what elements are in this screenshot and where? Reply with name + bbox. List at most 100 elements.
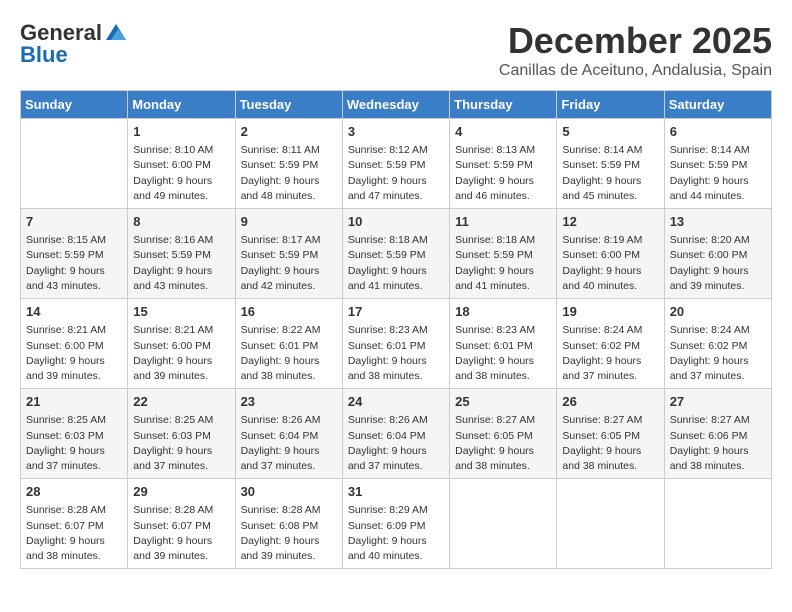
day-cell: 12 Sunrise: 8:19 AMSunset: 6:00 PMDayligh… — [557, 209, 664, 299]
day-info: Sunrise: 8:14 AMSunset: 5:59 PMDaylight:… — [670, 143, 766, 204]
day-cell: 22 Sunrise: 8:25 AMSunset: 6:03 PMDayligh… — [128, 389, 235, 479]
weekday-header-monday: Monday — [128, 91, 235, 119]
day-number: 23 — [241, 393, 337, 411]
day-cell: 26Sunrise: 8:27 AMSunset: 6:05 PMDayligh… — [557, 389, 664, 479]
day-number: 5 — [562, 123, 658, 141]
day-cell: 13 Sunrise: 8:20 AMSunset: 6:00 PMDayligh… — [664, 209, 771, 299]
weekday-header-sunday: Sunday — [21, 91, 128, 119]
day-cell: 30Sunrise: 8:28 AMSunset: 6:08 PMDayligh… — [235, 479, 342, 569]
day-number: 25 — [455, 393, 551, 411]
day-cell — [557, 479, 664, 569]
day-info: Sunrise: 8:26 AMSunset: 6:04 PMDaylight:… — [348, 413, 444, 474]
weekday-header-friday: Friday — [557, 91, 664, 119]
day-cell — [21, 119, 128, 209]
day-cell: 18 Sunrise: 8:23 AMSunset: 6:01 PMDayligh… — [450, 299, 557, 389]
day-number: 4 — [455, 123, 551, 141]
day-info: Sunrise: 8:17 AMSunset: 5:59 PMDaylight:… — [241, 233, 337, 294]
weekday-header-tuesday: Tuesday — [235, 91, 342, 119]
day-number: 31 — [348, 483, 444, 501]
day-number: 13 — [670, 213, 766, 231]
day-cell: 6Sunrise: 8:14 AMSunset: 5:59 PMDaylight… — [664, 119, 771, 209]
day-number: 15 — [133, 303, 229, 321]
day-info: Sunrise: 8:12 AMSunset: 5:59 PMDaylight:… — [348, 143, 444, 204]
day-info: Sunrise: 8:18 AMSunset: 5:59 PMDaylight:… — [455, 233, 551, 294]
day-info: Sunrise: 8:21 AMSunset: 6:00 PMDaylight:… — [133, 323, 229, 384]
day-info: Sunrise: 8:10 AMSunset: 6:00 PMDaylight:… — [133, 143, 229, 204]
day-number: 16 — [241, 303, 337, 321]
day-number: 2 — [241, 123, 337, 141]
day-number: 14 — [26, 303, 122, 321]
day-info: Sunrise: 8:14 AMSunset: 5:59 PMDaylight:… — [562, 143, 658, 204]
day-info: Sunrise: 8:28 AMSunset: 6:07 PMDaylight:… — [133, 503, 229, 564]
day-number: 12 — [562, 213, 658, 231]
week-row-5: 28 Sunrise: 8:28 AMSunset: 6:07 PMDayligh… — [21, 479, 772, 569]
day-number: 8 — [133, 213, 229, 231]
day-info: Sunrise: 8:24 AMSunset: 6:02 PMDaylight:… — [670, 323, 766, 384]
day-cell: 9Sunrise: 8:17 AMSunset: 5:59 PMDaylight… — [235, 209, 342, 299]
day-info: Sunrise: 8:25 AMSunset: 6:03 PMDaylight:… — [26, 413, 122, 474]
header: General Blue December 2025 Canillas de A… — [20, 20, 772, 80]
day-cell: 2Sunrise: 8:11 AMSunset: 5:59 PMDaylight… — [235, 119, 342, 209]
day-number: 21 — [26, 393, 122, 411]
day-number: 28 — [26, 483, 122, 501]
day-number: 11 — [455, 213, 551, 231]
day-number: 17 — [348, 303, 444, 321]
day-info: Sunrise: 8:25 AMSunset: 6:03 PMDaylight:… — [133, 413, 229, 474]
day-info: Sunrise: 8:27 AMSunset: 6:05 PMDaylight:… — [455, 413, 551, 474]
logo-icon — [106, 24, 126, 40]
day-info: Sunrise: 8:27 AMSunset: 6:06 PMDaylight:… — [670, 413, 766, 474]
day-info: Sunrise: 8:20 AMSunset: 6:00 PMDaylight:… — [670, 233, 766, 294]
day-cell: 31Sunrise: 8:29 AMSunset: 6:09 PMDayligh… — [342, 479, 449, 569]
title-section: December 2025 Canillas de Aceituno, Anda… — [499, 20, 772, 80]
day-number: 24 — [348, 393, 444, 411]
day-info: Sunrise: 8:24 AMSunset: 6:02 PMDaylight:… — [562, 323, 658, 384]
day-info: Sunrise: 8:23 AMSunset: 6:01 PMDaylight:… — [455, 323, 551, 384]
week-row-4: 21 Sunrise: 8:25 AMSunset: 6:03 PMDayligh… — [21, 389, 772, 479]
weekday-header-thursday: Thursday — [450, 91, 557, 119]
day-number: 27 — [670, 393, 766, 411]
day-cell: 27 Sunrise: 8:27 AMSunset: 6:06 PMDayligh… — [664, 389, 771, 479]
day-number: 10 — [348, 213, 444, 231]
weekday-header-wednesday: Wednesday — [342, 91, 449, 119]
day-cell: 25 Sunrise: 8:27 AMSunset: 6:05 PMDayligh… — [450, 389, 557, 479]
day-cell: 23 Sunrise: 8:26 AMSunset: 6:04 PMDayligh… — [235, 389, 342, 479]
day-info: Sunrise: 8:19 AMSunset: 6:00 PMDaylight:… — [562, 233, 658, 294]
day-cell — [450, 479, 557, 569]
week-row-2: 7 Sunrise: 8:15 AMSunset: 5:59 PMDaylight… — [21, 209, 772, 299]
day-number: 30 — [241, 483, 337, 501]
day-cell: 11 Sunrise: 8:18 AMSunset: 5:59 PMDayligh… — [450, 209, 557, 299]
day-cell: 20 Sunrise: 8:24 AMSunset: 6:02 PMDayligh… — [664, 299, 771, 389]
logo-blue: Blue — [20, 42, 68, 68]
day-number: 3 — [348, 123, 444, 141]
location: Canillas de Aceituno, Andalusia, Spain — [499, 62, 772, 80]
day-number: 29 — [133, 483, 229, 501]
calendar: SundayMondayTuesdayWednesdayThursdayFrid… — [20, 90, 772, 569]
day-cell: 16 Sunrise: 8:22 AMSunset: 6:01 PMDayligh… — [235, 299, 342, 389]
month-year: December 2025 — [499, 20, 772, 62]
day-info: Sunrise: 8:13 AMSunset: 5:59 PMDaylight:… — [455, 143, 551, 204]
day-cell: 3 Sunrise: 8:12 AMSunset: 5:59 PMDaylight… — [342, 119, 449, 209]
day-number: 20 — [670, 303, 766, 321]
week-row-3: 14 Sunrise: 8:21 AMSunset: 6:00 PMDayligh… — [21, 299, 772, 389]
weekday-header-row: SundayMondayTuesdayWednesdayThursdayFrid… — [21, 91, 772, 119]
day-info: Sunrise: 8:21 AMSunset: 6:00 PMDaylight:… — [26, 323, 122, 384]
day-cell: 17Sunrise: 8:23 AMSunset: 6:01 PMDayligh… — [342, 299, 449, 389]
day-info: Sunrise: 8:26 AMSunset: 6:04 PMDaylight:… — [241, 413, 337, 474]
day-cell: 24 Sunrise: 8:26 AMSunset: 6:04 PMDayligh… — [342, 389, 449, 479]
day-info: Sunrise: 8:16 AMSunset: 5:59 PMDaylight:… — [133, 233, 229, 294]
day-cell: 21 Sunrise: 8:25 AMSunset: 6:03 PMDayligh… — [21, 389, 128, 479]
day-info: Sunrise: 8:15 AMSunset: 5:59 PMDaylight:… — [26, 233, 122, 294]
day-cell: 10 Sunrise: 8:18 AMSunset: 5:59 PMDayligh… — [342, 209, 449, 299]
day-number: 26 — [562, 393, 658, 411]
day-info: Sunrise: 8:18 AMSunset: 5:59 PMDaylight:… — [348, 233, 444, 294]
day-number: 18 — [455, 303, 551, 321]
weekday-header-saturday: Saturday — [664, 91, 771, 119]
day-number: 1 — [133, 123, 229, 141]
day-cell — [664, 479, 771, 569]
day-cell: 1 Sunrise: 8:10 AMSunset: 6:00 PMDaylight… — [128, 119, 235, 209]
day-number: 22 — [133, 393, 229, 411]
day-number: 7 — [26, 213, 122, 231]
day-info: Sunrise: 8:22 AMSunset: 6:01 PMDaylight:… — [241, 323, 337, 384]
day-cell: 5 Sunrise: 8:14 AMSunset: 5:59 PMDaylight… — [557, 119, 664, 209]
week-row-1: 1 Sunrise: 8:10 AMSunset: 6:00 PMDaylight… — [21, 119, 772, 209]
